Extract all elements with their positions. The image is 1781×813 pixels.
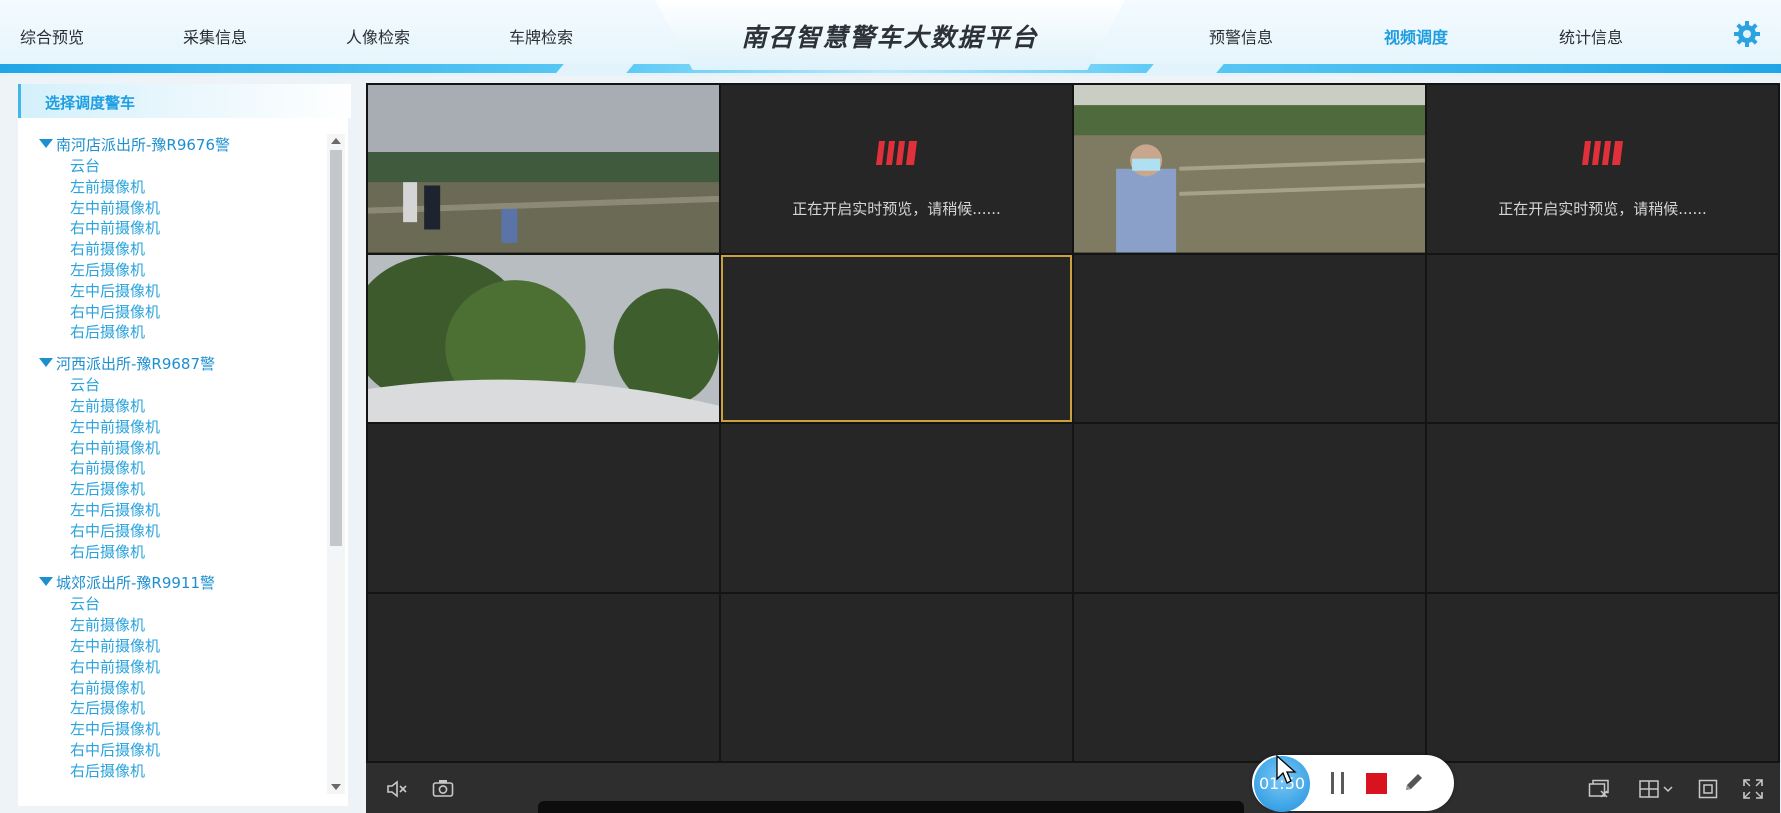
scroll-down-arrow-icon[interactable] — [331, 784, 341, 790]
stop-icon[interactable] — [1366, 773, 1387, 794]
nav-alerts[interactable]: 预警信息 — [1209, 24, 1273, 48]
expand-triangle-icon[interactable] — [39, 139, 53, 148]
mouse-cursor-icon — [1276, 755, 1297, 784]
camera-item[interactable]: 左前摄像机 — [36, 176, 336, 197]
video-cell[interactable] — [368, 254, 719, 422]
video-cell[interactable] — [1427, 254, 1778, 422]
loading-logo-icon — [875, 141, 917, 165]
vehicle-selector-panel: 选择调度警车 南河店派出所-豫R9676警 云台 左前摄像机 左中前摄像机 右中前摄像机… — [18, 84, 351, 806]
expand-triangle-icon[interactable] — [39, 577, 53, 587]
vehicle-group: 河西派出所-豫R9687警 云台 左前摄像机 左中前摄像机 右中前摄像机 右前摄像机 左后摄… — [36, 353, 336, 561]
nav-collection-info[interactable]: 采集信息 — [183, 24, 247, 48]
camera-item[interactable]: 右后摄像机 — [36, 760, 336, 781]
camera-feed-image — [368, 254, 719, 422]
video-cell[interactable] — [368, 424, 719, 592]
camera-item[interactable]: 左中前摄像机 — [36, 416, 336, 437]
loading-logo-icon — [1581, 141, 1623, 165]
tree-scrollbar[interactable] — [327, 134, 345, 794]
scroll-up-arrow-icon[interactable] — [331, 138, 341, 144]
camera-item[interactable]: 左后摄像机 — [36, 478, 336, 499]
camera-item[interactable]: 右中后摄像机 — [36, 301, 336, 322]
loading-status-text: 正在开启实时预览，请稍候...... — [792, 200, 1001, 218]
stripe-divider — [1146, 64, 1224, 73]
vehicle-group-label: 河西派出所-豫R9687警 — [56, 355, 216, 374]
camera-item[interactable]: 左中后摄像机 — [36, 718, 336, 739]
nav-face-search[interactable]: 人像检索 — [346, 24, 410, 48]
camera-item[interactable]: 右中前摄像机 — [36, 656, 336, 677]
camera-item[interactable]: 右后摄像机 — [36, 541, 336, 562]
video-cell[interactable] — [1427, 593, 1778, 761]
camera-item[interactable]: 云台 — [36, 155, 336, 176]
video-cell[interactable] — [1074, 254, 1425, 422]
camera-item[interactable]: 云台 — [36, 593, 336, 614]
camera-item[interactable]: 左中后摄像机 — [36, 280, 336, 301]
expand-triangle-icon[interactable] — [39, 358, 53, 368]
vehicle-group-header[interactable]: 南河店派出所-豫R9676警 — [36, 134, 336, 155]
nav-plate-search[interactable]: 车牌检索 — [509, 24, 573, 48]
camera-item[interactable]: 右前摄像机 — [36, 238, 336, 259]
video-cell[interactable] — [1074, 593, 1425, 761]
page-title: 南召智慧警车大数据平台 — [741, 23, 1039, 52]
mute-icon[interactable] — [386, 780, 408, 798]
fullscreen-icon[interactable] — [1743, 779, 1763, 799]
camera-item[interactable]: 右后摄像机 — [36, 321, 336, 342]
camera-item[interactable]: 右中后摄像机 — [36, 520, 336, 541]
vehicle-group-header[interactable]: 城郊派出所-豫R9911警 — [36, 572, 336, 593]
nav-overview[interactable]: 综合预览 — [20, 24, 84, 48]
camera-item[interactable]: 左后摄像机 — [36, 259, 336, 280]
panel-header: 选择调度警车 — [18, 84, 351, 118]
camera-item[interactable]: 右中后摄像机 — [36, 739, 336, 760]
camera-item[interactable]: 云台 — [36, 374, 336, 395]
camera-item[interactable]: 右前摄像机 — [36, 677, 336, 698]
video-cell[interactable] — [368, 85, 719, 253]
vehicle-group: 城郊派出所-豫R9911警 云台 左前摄像机 左中前摄像机 右中前摄像机 右前摄像机 左后摄… — [36, 572, 336, 780]
camera-item[interactable]: 左前摄像机 — [36, 614, 336, 635]
pause-icon[interactable] — [1328, 772, 1348, 794]
camera-item[interactable]: 左中前摄像机 — [36, 635, 336, 656]
camera-feed-image — [368, 85, 719, 253]
pen-icon[interactable] — [1402, 770, 1426, 794]
camera-item[interactable]: 左中后摄像机 — [36, 499, 336, 520]
panel-title: 选择调度警车 — [45, 94, 136, 112]
top-header: 综合预览 采集信息 人像检索 车牌检索 南召智慧警车大数据平台 预警信息 视频调… — [0, 0, 1781, 76]
video-cell[interactable] — [721, 254, 1072, 422]
vehicle-group: 南河店派出所-豫R9676警 云台 左前摄像机 左中前摄像机 右中前摄像机 右前摄像机 左后… — [36, 134, 336, 342]
camera-item[interactable]: 右前摄像机 — [36, 457, 336, 478]
gear-icon[interactable] — [1733, 20, 1761, 48]
video-cell[interactable] — [1427, 424, 1778, 592]
fit-window-icon[interactable] — [1698, 779, 1718, 799]
video-cell[interactable] — [721, 593, 1072, 761]
camera-feed-image — [1074, 85, 1425, 253]
video-cell[interactable] — [721, 424, 1072, 592]
camera-item[interactable]: 左中前摄像机 — [36, 197, 336, 218]
snapshot-icon[interactable] — [432, 779, 454, 798]
scroll-thumb[interactable] — [330, 150, 342, 546]
camera-item[interactable]: 左后摄像机 — [36, 697, 336, 718]
vehicle-group-label: 南河店派出所-豫R9676警 — [56, 136, 231, 154]
vehicle-group-header[interactable]: 河西派出所-豫R9687警 — [36, 353, 336, 374]
video-cell[interactable] — [1074, 424, 1425, 592]
nav-statistics[interactable]: 统计信息 — [1559, 24, 1623, 48]
nav-video-dispatch[interactable]: 视频调度 — [1384, 24, 1448, 48]
camera-item[interactable]: 右中前摄像机 — [36, 217, 336, 238]
loading-status-text: 正在开启实时预览，请稍候...... — [1498, 200, 1707, 218]
camera-item[interactable]: 左前摄像机 — [36, 395, 336, 416]
vehicle-group-label: 城郊派出所-豫R9911警 — [56, 574, 216, 593]
video-cell[interactable]: 正在开启实时预览，请稍候...... — [1427, 85, 1778, 253]
video-cell[interactable] — [1074, 85, 1425, 253]
video-cell[interactable] — [368, 593, 719, 761]
video-cell[interactable]: 正在开启实时预览，请稍候...... — [721, 85, 1072, 253]
close-all-icon[interactable] — [1588, 779, 1610, 799]
camera-item[interactable]: 右中前摄像机 — [36, 437, 336, 458]
video-wall: 正在开启实时预览，请稍候...... 正在开启实时预览，请稍候...... — [366, 83, 1780, 763]
vehicle-camera-tree: 南河店派出所-豫R9676警 云台 左前摄像机 左中前摄像机 右中前摄像机 右前摄像机 左后… — [36, 134, 336, 792]
playback-track — [538, 801, 1244, 813]
layout-icon[interactable] — [1639, 780, 1675, 798]
stripe-divider — [556, 64, 634, 73]
